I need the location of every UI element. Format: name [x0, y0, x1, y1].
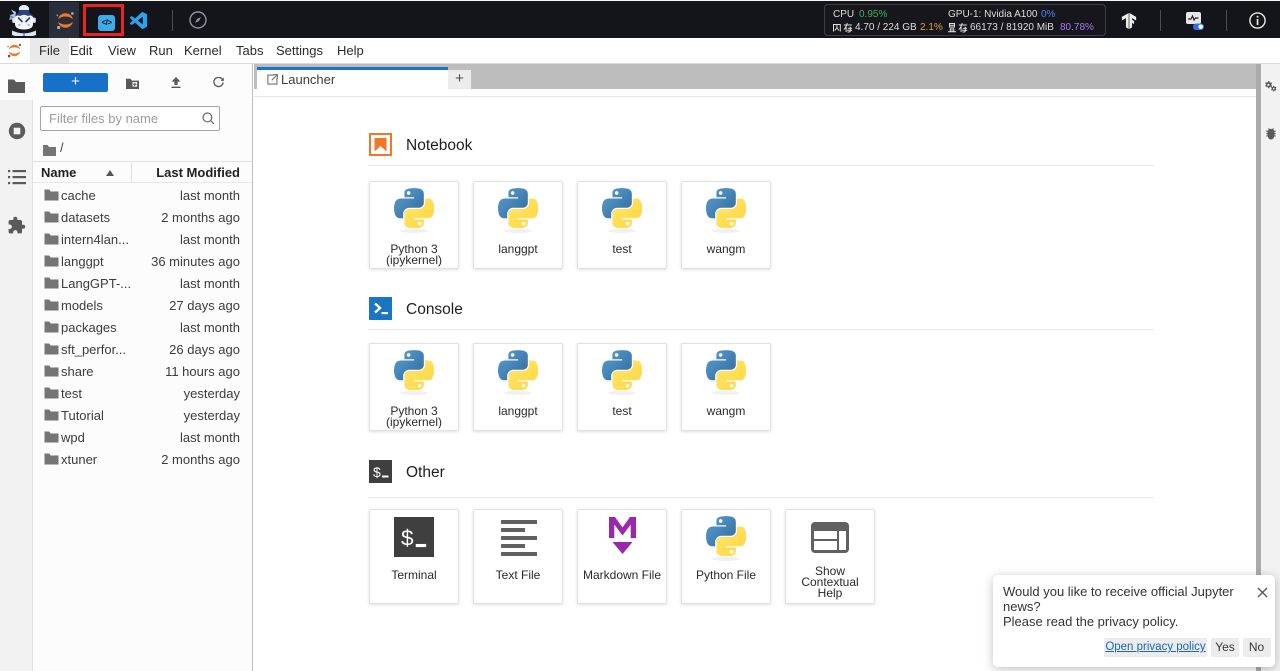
svg-text:$: $	[373, 464, 381, 480]
svg-text:$: $	[401, 526, 414, 551]
